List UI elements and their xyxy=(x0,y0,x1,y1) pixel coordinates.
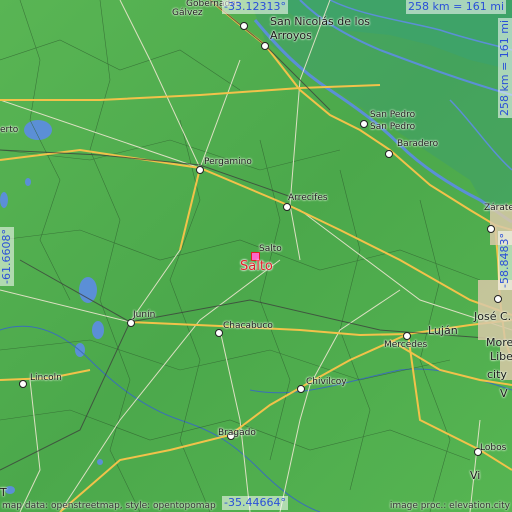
city-marker xyxy=(215,329,223,337)
city-marker xyxy=(487,225,495,233)
city-marker xyxy=(261,42,269,50)
city-label-lincoln: Lincoln xyxy=(30,373,62,383)
city-label-erto: erto xyxy=(0,125,19,135)
coord-right-lon: -58.8483° xyxy=(498,231,512,290)
main-city-small-label: Salto xyxy=(259,244,282,254)
coord-left-lon: -61.6608° xyxy=(0,227,14,286)
city-label-mercedes: Mercedes xyxy=(384,340,428,350)
attribution-image-proc: image proc.: elevation.city xyxy=(389,501,510,511)
scale-right: 258 km = 161 mi xyxy=(498,17,512,118)
city-label-san-nicolas: San Nicolás de los xyxy=(270,15,371,28)
coord-bottom-lat: -35.44664° xyxy=(222,496,288,510)
city-marker xyxy=(127,319,135,327)
attribution-map-data: map data: openstreetmap, style: opentopo… xyxy=(2,501,216,511)
city-label-jose-c-paz: José C. Pa xyxy=(474,310,512,323)
city-label-t-left: T xyxy=(0,486,7,499)
city-marker xyxy=(360,120,368,128)
city-marker xyxy=(403,332,411,340)
coord-top-lat: -33.12313° xyxy=(222,0,288,14)
city-label-chacabuco: Chacabuco xyxy=(223,321,273,331)
city-label-junin: Junín xyxy=(133,310,156,320)
main-city-label: Salto xyxy=(240,259,273,274)
city-marker xyxy=(196,166,204,174)
scale-top: 258 km = 161 mi xyxy=(406,0,507,14)
city-label-baradero: Baradero xyxy=(397,139,439,149)
city-marker xyxy=(385,150,393,158)
city-label-city: city xyxy=(487,368,507,381)
city-label-lobos: Lobos xyxy=(480,443,507,453)
city-label-arrecifes: Arrecifes xyxy=(288,193,328,203)
city-marker xyxy=(297,385,305,393)
city-label-galvez: Gálvez xyxy=(172,8,203,18)
city-label-lujan: Luján xyxy=(428,324,458,337)
city-marker xyxy=(494,295,502,303)
city-label-liber: Liber xyxy=(490,350,512,363)
city-label-chivilcoy: Chivilcoy xyxy=(306,377,347,387)
city-label-san-pedro: San Pedro xyxy=(370,110,416,120)
city-label-v1: V xyxy=(500,387,508,400)
city-label-san-pedro-2: San Pedro xyxy=(370,122,416,132)
city-marker xyxy=(240,22,248,30)
city-marker xyxy=(283,203,291,211)
city-label-v2: Vi xyxy=(470,469,481,482)
map-view[interactable]: Gobernador Gálvez San Nicolás de los Arr… xyxy=(0,0,512,512)
city-label-bragado: Bragado xyxy=(218,428,256,438)
city-label-moreno: Moren xyxy=(486,336,512,349)
city-label-zarate: Zárate xyxy=(484,203,512,213)
city-label-arroyos: Arroyos xyxy=(270,29,312,42)
city-marker xyxy=(19,380,27,388)
city-label-pergamino: Pergamino xyxy=(204,157,252,167)
